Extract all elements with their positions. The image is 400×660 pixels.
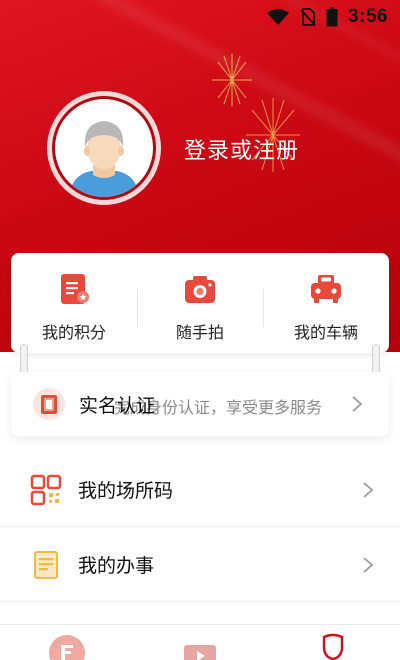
menu-item-label: 我的场所码 bbox=[78, 481, 174, 502]
default-avatar-image bbox=[55, 99, 153, 197]
status-bar: 3:56 bbox=[0, 0, 400, 34]
id-card-icon bbox=[33, 388, 65, 420]
menu-item-my-affairs[interactable]: 我的办事 bbox=[0, 528, 400, 602]
quick-action-label: 随手拍 bbox=[175, 325, 224, 342]
home-tab-icon bbox=[48, 635, 85, 660]
bottom-tab-bar bbox=[0, 624, 400, 660]
quick-action-points[interactable]: 我的积分 bbox=[11, 253, 137, 353]
wifi-icon bbox=[266, 9, 289, 25]
camera-icon bbox=[185, 276, 215, 303]
avatar-border bbox=[52, 96, 156, 200]
battery-icon bbox=[326, 7, 338, 27]
quick-action-label: 我的车辆 bbox=[293, 325, 358, 342]
quick-actions-card: 我的积分 随手拍 我的车辆 bbox=[11, 253, 389, 353]
document-icon bbox=[34, 550, 58, 579]
car-icon bbox=[311, 275, 341, 303]
profile-tab-icon bbox=[323, 633, 344, 660]
menu-item-label: 我的办事 bbox=[78, 556, 155, 577]
chevron-right-icon bbox=[352, 396, 363, 412]
login-register-link[interactable]: 登录或注册 bbox=[184, 133, 299, 165]
real-name-verification-card[interactable]: 完成身份认证，享受更多服务 实名认证 bbox=[11, 372, 389, 436]
chevron-right-icon bbox=[363, 481, 374, 498]
real-name-title: 实名认证 bbox=[79, 395, 156, 417]
avatar[interactable] bbox=[47, 91, 161, 205]
points-icon bbox=[61, 274, 89, 304]
tab-home[interactable] bbox=[0, 625, 133, 660]
no-sim-icon bbox=[300, 8, 316, 26]
video-tab-icon bbox=[183, 645, 216, 660]
user-silhouette-icon bbox=[69, 121, 139, 197]
quick-action-vehicles[interactable]: 我的车辆 bbox=[263, 253, 389, 353]
status-time: 3:56 bbox=[347, 6, 388, 27]
quick-action-snapshot[interactable]: 随手拍 bbox=[137, 253, 263, 353]
chevron-right-icon bbox=[363, 556, 374, 573]
quick-action-label: 我的积分 bbox=[41, 325, 106, 342]
menu-item-venue-code[interactable]: 我的场所码 bbox=[0, 453, 400, 527]
tab-profile[interactable] bbox=[267, 625, 400, 660]
tab-video[interactable] bbox=[133, 625, 266, 660]
qr-code-icon bbox=[30, 474, 62, 505]
